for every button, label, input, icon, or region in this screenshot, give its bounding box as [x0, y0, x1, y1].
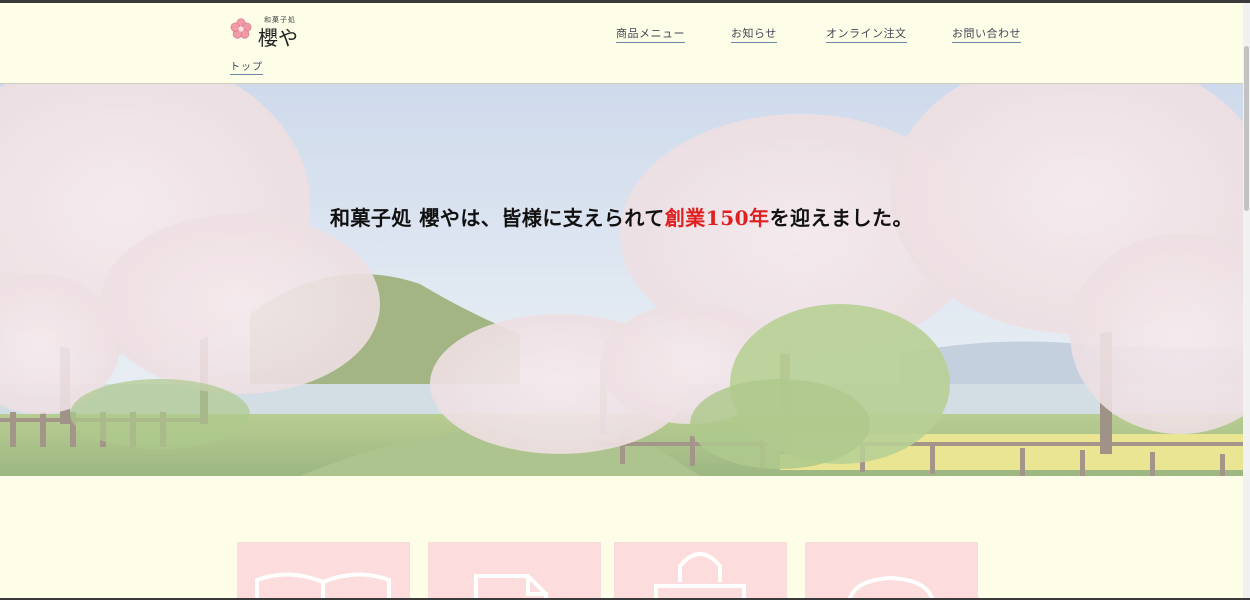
speech-bubble-icon — [847, 575, 935, 600]
nav-item-news[interactable]: お知らせ — [731, 25, 777, 43]
site-header: 和菓子処 櫻や 商品メニュー お知らせ オンライン注文 お問い合わせ トップ — [0, 3, 1243, 84]
cherry-blossom-avenue-photo — [0, 84, 1243, 476]
scrollbar-thumb[interactable] — [1244, 46, 1249, 211]
site-logo[interactable]: 和菓子処 櫻や — [230, 15, 310, 50]
hero-text-accent: 創業150年 — [664, 206, 770, 230]
nav-item-contact[interactable]: お問い合わせ — [952, 25, 1021, 43]
nav-item-online-order[interactable]: オンライン注文 — [826, 25, 907, 43]
card-news[interactable] — [428, 542, 601, 600]
open-book-icon — [255, 572, 391, 600]
hero-text-after: を迎えました。 — [769, 206, 914, 230]
hero-banner: 和菓子処 櫻やは、皆様に支えられて創業150年を迎えました。 — [0, 84, 1243, 476]
hero-headline: 和菓子処 櫻やは、皆様に支えられて創業150年を迎えました。 — [0, 202, 1243, 231]
card-menu[interactable] — [237, 542, 410, 600]
document-icon — [474, 574, 548, 600]
logo-name: 櫻や — [258, 26, 298, 50]
hero-text-before: 和菓子処 櫻やは、皆様に支えられて — [329, 206, 665, 230]
nav-item-menu[interactable]: 商品メニュー — [616, 25, 685, 43]
feature-cards — [0, 542, 1243, 600]
sakura-flower-icon — [230, 18, 252, 39]
shopping-bag-icon — [654, 552, 746, 600]
breadcrumb-top[interactable]: トップ — [230, 58, 263, 75]
card-online-order[interactable] — [614, 542, 787, 600]
card-contact[interactable] — [805, 542, 978, 600]
